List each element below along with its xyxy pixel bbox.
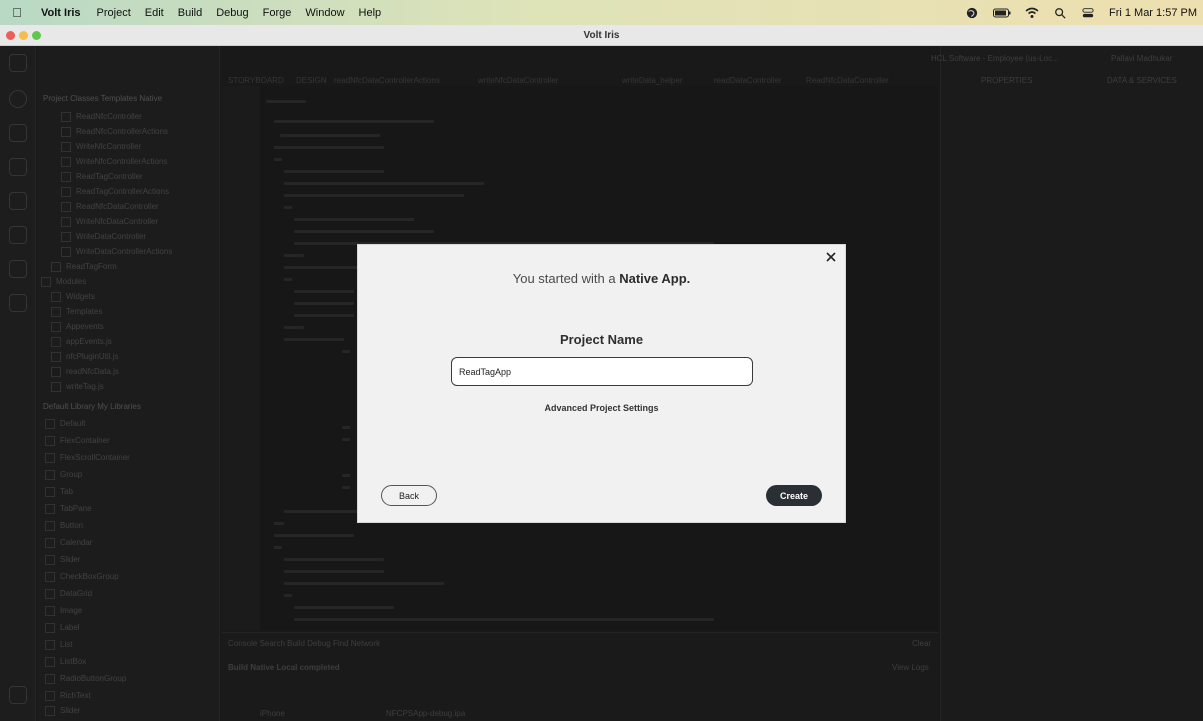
apple-icon[interactable]:  — [0, 5, 34, 20]
project-name-input[interactable] — [451, 357, 753, 386]
menu-forge[interactable]: Forge — [256, 7, 299, 19]
menu-edit[interactable]: Edit — [138, 7, 171, 19]
back-button[interactable]: Back — [381, 485, 437, 506]
create-button[interactable]: Create — [766, 485, 822, 506]
search-icon[interactable] — [1053, 7, 1067, 19]
window-titlebar: Volt Iris — [0, 25, 1203, 46]
headline-app-type: Native App. — [619, 271, 691, 286]
globe-icon[interactable] — [965, 7, 979, 19]
menu-window[interactable]: Window — [298, 7, 351, 19]
dialog-headline: You started with a Native App. — [358, 271, 845, 286]
close-window-button[interactable] — [6, 31, 15, 40]
wifi-icon[interactable] — [1025, 7, 1039, 19]
menu-project[interactable]: Project — [90, 7, 138, 19]
menu-build[interactable]: Build — [171, 7, 209, 19]
minimize-window-button[interactable] — [19, 31, 28, 40]
window-title: Volt Iris — [583, 30, 620, 41]
macos-menubar:  Volt Iris Project Edit Build Debug For… — [0, 0, 1203, 25]
headline-text: You started with a — [512, 271, 620, 286]
maximize-window-button[interactable] — [32, 31, 41, 40]
project-name-label: Project Name — [559, 332, 644, 347]
close-icon[interactable] — [824, 250, 838, 264]
menu-app-name[interactable]: Volt Iris — [34, 7, 90, 19]
new-project-dialog: You started with a Native App. Project N… — [357, 244, 846, 523]
menubar-clock[interactable]: Fri 1 Mar 1:57 PM — [1109, 7, 1197, 19]
advanced-settings-link[interactable]: Advanced Project Settings — [358, 403, 845, 413]
control-center-icon[interactable] — [1081, 7, 1095, 19]
menu-help[interactable]: Help — [352, 7, 389, 19]
battery-icon[interactable] — [992, 7, 1011, 19]
menu-debug[interactable]: Debug — [209, 7, 255, 19]
